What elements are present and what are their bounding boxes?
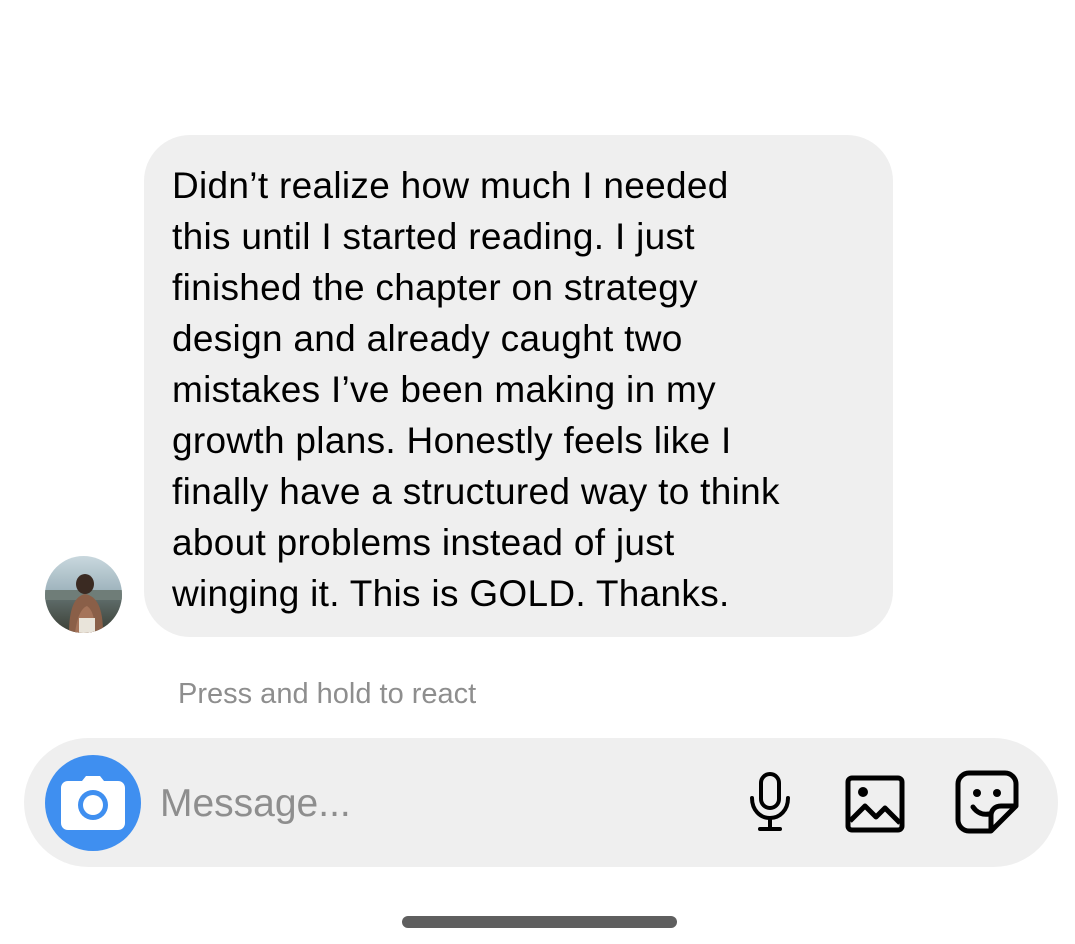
message-input[interactable] xyxy=(160,778,720,830)
voice-message-button[interactable] xyxy=(744,768,796,836)
photo-gallery-icon xyxy=(845,775,905,833)
avatar-photo xyxy=(45,556,122,633)
sticker-button[interactable] xyxy=(954,768,1020,836)
incoming-message-bubble[interactable]: Didn’t realize how much I needed this un… xyxy=(144,135,893,637)
gallery-button[interactable] xyxy=(844,774,906,834)
camera-icon xyxy=(61,776,125,830)
home-indicator[interactable] xyxy=(402,916,677,928)
react-hint-text: Press and hold to react xyxy=(178,678,477,710)
microphone-icon xyxy=(750,772,790,831)
sender-avatar[interactable] xyxy=(45,556,122,633)
camera-button[interactable] xyxy=(45,755,141,851)
message-text: Didn’t realize how much I needed this un… xyxy=(172,165,780,614)
sticker-icon xyxy=(955,770,1019,834)
message-composer xyxy=(24,738,1058,867)
